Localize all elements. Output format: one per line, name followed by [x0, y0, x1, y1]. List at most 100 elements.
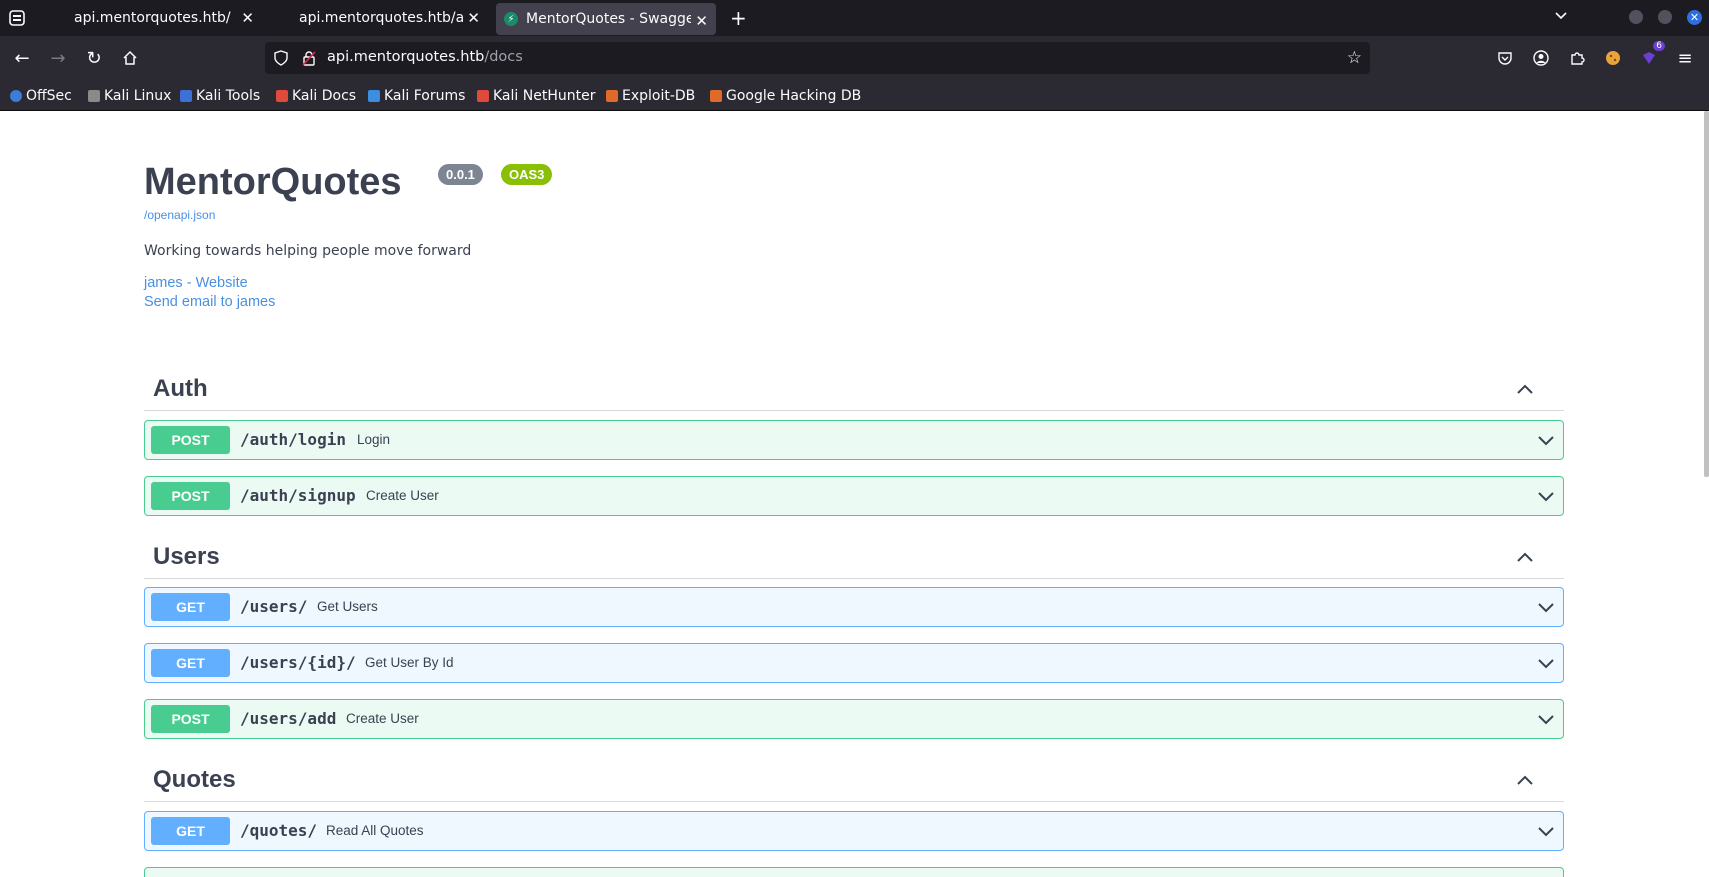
extension-badge: 6: [1653, 41, 1665, 51]
operation-summary: Get User By Id: [365, 655, 454, 670]
bookmark-kali-forums[interactable]: Kali Forums: [368, 87, 465, 105]
tab-bar: api.mentorquotes.htb/ ✕ api.mentorquotes…: [0, 0, 1709, 36]
bookmark-kali-linux[interactable]: Kali Linux: [88, 87, 171, 105]
operation-partial-next[interactable]: [144, 867, 1564, 877]
kali-dragon-icon: [88, 90, 100, 102]
shield-icon[interactable]: [273, 50, 289, 70]
bookmark-star-icon[interactable]: ☆: [1347, 48, 1362, 68]
tab-title: api.mentorquotes.htb/auth/login: [299, 9, 465, 26]
bookmark-kali-docs[interactable]: Kali Docs: [276, 87, 356, 105]
new-tab-plus-icon[interactable]: +: [730, 6, 747, 30]
operation-post-users-add[interactable]: POST /users/add Create User: [144, 699, 1564, 739]
method-badge: GET: [151, 817, 230, 845]
url-path: /docs: [484, 49, 523, 65]
reload-icon[interactable]: ↻: [80, 44, 108, 72]
extensions-puzzle-icon[interactable]: [1563, 44, 1591, 72]
url-host: api.mentorquotes.htb: [327, 49, 485, 65]
tab-title: MentorQuotes - Swagger UI: [526, 11, 691, 27]
tab-swagger-ui[interactable]: ⚡ MentorQuotes - Swagger UI ✕: [496, 3, 716, 35]
tab-overview-icon[interactable]: [8, 9, 26, 27]
chevron-down-icon[interactable]: [1537, 826, 1555, 837]
oas-badge: OAS3: [501, 164, 553, 185]
menu-hamburger-icon[interactable]: ≡: [1671, 44, 1699, 72]
chevron-up-icon[interactable]: [1516, 551, 1534, 563]
swagger-ui-page: MentorQuotes 0.0.1 OAS3 /openapi.json Wo…: [0, 111, 1709, 877]
contact-email-link[interactable]: Send email to james: [144, 294, 275, 310]
close-window-icon[interactable]: ✕: [1687, 10, 1702, 25]
kali-tools-icon: [180, 90, 192, 102]
chevron-up-icon[interactable]: [1516, 774, 1534, 786]
operation-path: /users/{id}/: [240, 653, 356, 672]
operation-post-auth-login[interactable]: POST /auth/login Login: [144, 420, 1564, 460]
operation-path: /auth/signup: [240, 486, 356, 505]
bookmark-label: Kali Tools: [196, 88, 261, 104]
pocket-icon[interactable]: [1491, 44, 1519, 72]
list-all-tabs-chevron-icon[interactable]: [1554, 8, 1568, 27]
bookmark-kali-nethunter[interactable]: Kali NetHunter: [477, 87, 595, 105]
close-tab-icon[interactable]: ✕: [241, 9, 254, 27]
method-badge: GET: [151, 593, 230, 621]
tag-name: Auth: [153, 375, 208, 402]
chevron-up-icon[interactable]: [1516, 383, 1534, 395]
operation-get-user-by-id[interactable]: GET /users/{id}/ Get User By Id: [144, 643, 1564, 683]
api-title: MentorQuotes: [144, 161, 402, 203]
bookmark-label: Kali Docs: [292, 88, 357, 104]
method-badge: POST: [151, 426, 230, 454]
operation-summary: Get Users: [317, 599, 378, 614]
method-badge: GET: [151, 649, 230, 677]
bookmark-label: Kali Linux: [104, 88, 172, 104]
operation-path: /quotes/: [240, 821, 318, 840]
operation-get-users[interactable]: GET /users/ Get Users: [144, 587, 1564, 627]
swagger-favicon-icon: ⚡: [504, 12, 518, 26]
minimize-window-icon[interactable]: [1629, 10, 1643, 24]
operation-post-auth-signup[interactable]: POST /auth/signup Create User: [144, 476, 1564, 516]
operation-summary: Create User: [346, 711, 419, 726]
page-scrollbar[interactable]: [1704, 111, 1709, 477]
chevron-down-icon[interactable]: [1537, 491, 1555, 502]
chevron-down-icon[interactable]: [1537, 602, 1555, 613]
bookmark-exploit-db[interactable]: Exploit-DB: [606, 87, 695, 105]
bookmark-google-hacking-db[interactable]: Google Hacking DB: [710, 87, 861, 105]
contact-website-link[interactable]: james - Website: [144, 275, 248, 291]
operation-summary: Create User: [366, 488, 439, 503]
close-tab-icon[interactable]: ✕: [695, 12, 708, 30]
tag-section-users[interactable]: Users: [144, 535, 1564, 579]
operation-path: /users/add: [240, 709, 337, 728]
bookmark-kali-tools[interactable]: Kali Tools: [180, 87, 260, 105]
chevron-down-icon[interactable]: [1537, 714, 1555, 725]
tag-section-quotes[interactable]: Quotes: [144, 758, 1564, 802]
exploit-db-icon: [606, 90, 618, 102]
foxyproxy-extension-icon[interactable]: 6: [1635, 41, 1665, 72]
bookmark-offsec[interactable]: OffSec: [10, 87, 72, 105]
bookmark-label: Kali NetHunter: [493, 88, 596, 104]
tab-auth-login[interactable]: api.mentorquotes.htb/auth/login ✕: [288, 0, 488, 35]
tab-title: api.mentorquotes.htb/: [74, 9, 231, 26]
tab-api-root[interactable]: api.mentorquotes.htb/ ✕: [62, 0, 262, 35]
bookmark-label: Kali Forums: [384, 88, 466, 104]
kali-forums-icon: [368, 90, 380, 102]
operation-summary: Read All Quotes: [326, 823, 424, 838]
maximize-window-icon[interactable]: [1658, 10, 1672, 24]
operation-get-quotes[interactable]: GET /quotes/ Read All Quotes: [144, 811, 1564, 851]
url-text[interactable]: api.mentorquotes.htb/docs: [327, 49, 523, 65]
bookmark-label: Exploit-DB: [622, 88, 696, 104]
home-icon[interactable]: [116, 44, 144, 72]
chevron-down-icon[interactable]: [1537, 658, 1555, 669]
tag-section-auth[interactable]: Auth: [144, 367, 1564, 411]
chevron-down-icon[interactable]: [1537, 435, 1555, 446]
openapi-json-link[interactable]: /openapi.json: [144, 208, 215, 222]
close-tab-icon[interactable]: ✕: [467, 9, 480, 27]
insecure-lock-icon[interactable]: [301, 50, 317, 70]
forward-arrow-icon[interactable]: →: [44, 44, 72, 72]
account-icon[interactable]: [1527, 44, 1555, 72]
bookmark-label: OffSec: [26, 88, 72, 104]
bookmark-label: Google Hacking DB: [726, 88, 862, 104]
cookie-extension-icon[interactable]: [1599, 44, 1627, 72]
url-bar[interactable]: api.mentorquotes.htb/docs ☆: [265, 42, 1370, 74]
version-badge: 0.0.1: [438, 164, 483, 185]
ghdb-icon: [710, 90, 722, 102]
back-arrow-icon[interactable]: ←: [8, 44, 36, 72]
kali-nethunter-icon: [477, 90, 489, 102]
method-badge: POST: [151, 482, 230, 510]
tag-name: Quotes: [153, 766, 236, 793]
